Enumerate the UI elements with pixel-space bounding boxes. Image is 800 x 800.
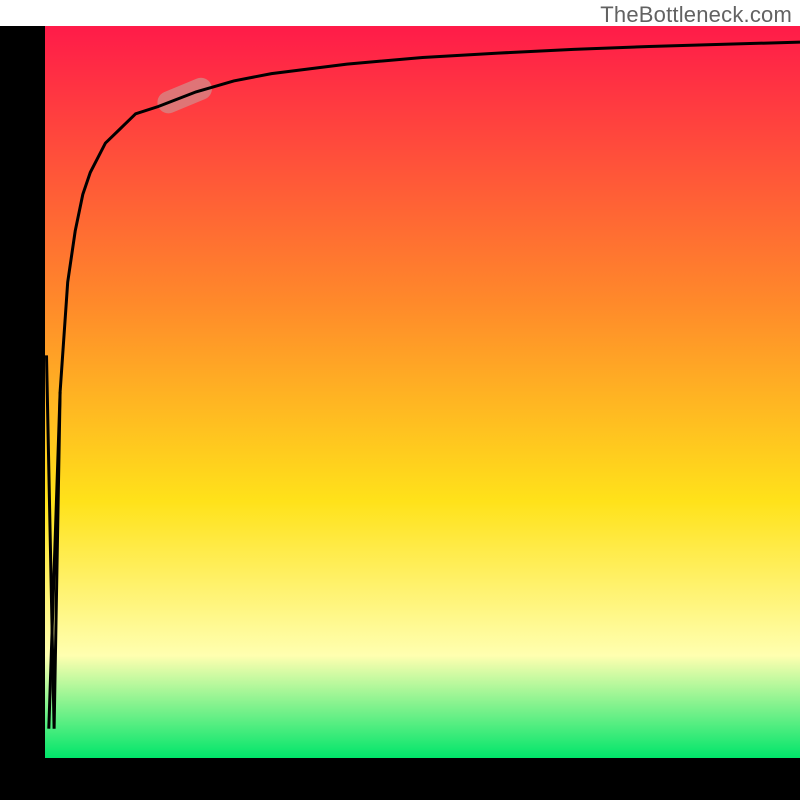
gradient-background <box>45 26 800 758</box>
plot-area <box>0 0 800 800</box>
chart-stage: TheBottleneck.com <box>0 0 800 800</box>
chart-svg <box>0 0 800 800</box>
